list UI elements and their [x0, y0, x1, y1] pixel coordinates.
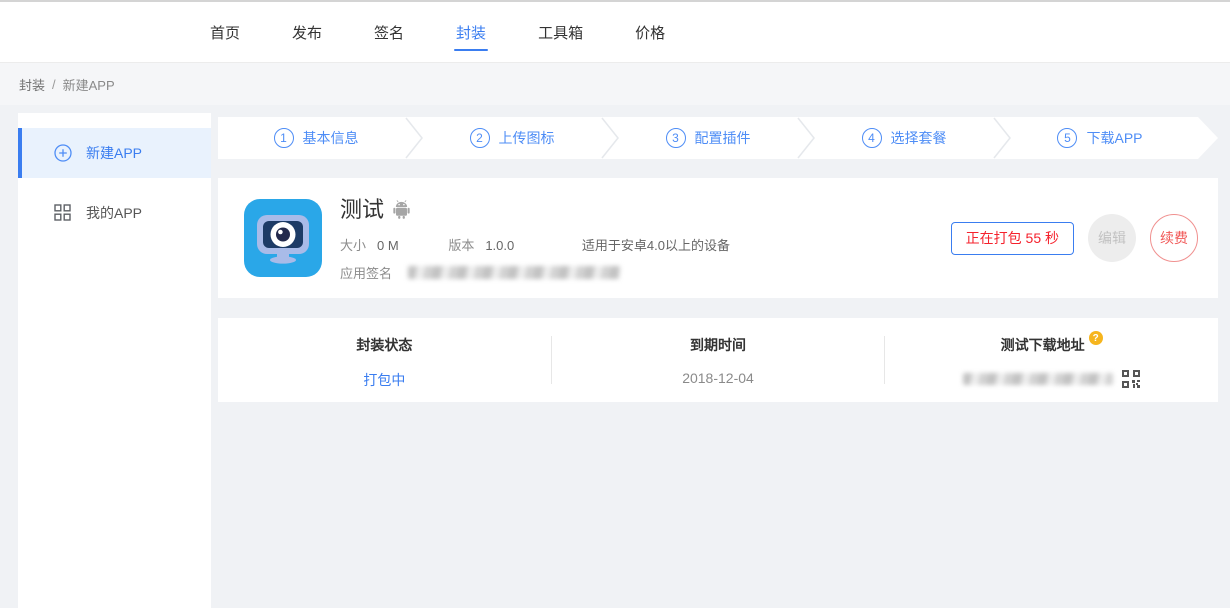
- nav-item-publish[interactable]: 发布: [292, 2, 322, 62]
- renew-button[interactable]: 续费: [1150, 214, 1198, 262]
- step-download-app[interactable]: 5 下载APP: [1002, 117, 1198, 159]
- breadcrumb-current: 新建APP: [63, 75, 115, 94]
- nav-item-home[interactable]: 首页: [210, 2, 240, 62]
- step-label: 配置插件: [695, 128, 751, 148]
- download-url-header: 测试下载地址: [1001, 337, 1085, 353]
- app-name: 测试: [340, 192, 384, 224]
- step-configure-plugins[interactable]: 3 配置插件: [610, 117, 806, 159]
- grid-icon: [54, 204, 72, 222]
- size-value: 0 M: [377, 238, 399, 253]
- package-status-column: 封装状态 打包中: [218, 318, 551, 402]
- signature-redacted-value: [408, 266, 620, 279]
- package-status-header: 封装状态: [218, 335, 551, 355]
- app-meta: 大小 0 M 版本 1.0.0 适用于安卓4.0以上的设备: [340, 235, 730, 254]
- nav-item-package[interactable]: 封装: [456, 2, 486, 62]
- sidebar: 新建APP 我的APP: [18, 113, 211, 608]
- content: 1 基本信息 2 上传图标 3 配置插件 4 选择套餐: [218, 117, 1218, 402]
- size-label: 大小: [340, 238, 366, 253]
- app-logo-icon: [244, 199, 322, 277]
- qr-code-icon[interactable]: [1122, 370, 1140, 388]
- steps-arrow-cap: [1198, 117, 1218, 159]
- main-area: 新建APP 我的APP 1 基本信息 2 上传图标: [0, 105, 1230, 608]
- breadcrumb-separator: /: [52, 77, 56, 92]
- packing-status-button[interactable]: 正在打包 55 秒: [951, 222, 1074, 255]
- download-url-redacted[interactable]: [963, 373, 1113, 385]
- step-label: 基本信息: [303, 128, 359, 148]
- step-number-badge: 2: [470, 128, 490, 148]
- step-number-badge: 3: [666, 128, 686, 148]
- step-number-badge: 4: [862, 128, 882, 148]
- expiry-header: 到期时间: [552, 335, 885, 355]
- app-card: 测试 大小: [218, 178, 1218, 298]
- compatibility-text: 适用于安卓4.0以上的设备: [582, 238, 730, 253]
- step-label: 选择套餐: [891, 128, 947, 148]
- version-label: 版本: [448, 238, 474, 253]
- android-icon: [393, 200, 410, 219]
- steps-wizard: 1 基本信息 2 上传图标 3 配置插件 4 选择套餐: [218, 117, 1218, 159]
- step-choose-plan[interactable]: 4 选择套餐: [806, 117, 1002, 159]
- breadcrumb: 封装 / 新建APP: [0, 63, 1230, 105]
- download-url-column: 测试下载地址?: [885, 318, 1218, 402]
- package-status-value: 打包中: [218, 370, 551, 390]
- edit-button[interactable]: 编辑: [1088, 214, 1136, 262]
- signature-label: 应用签名: [340, 263, 392, 282]
- step-basic-info[interactable]: 1 基本信息: [218, 117, 414, 159]
- version-value: 1.0.0: [485, 238, 514, 253]
- step-number-badge: 5: [1057, 128, 1077, 148]
- step-upload-icon[interactable]: 2 上传图标: [414, 117, 610, 159]
- plus-circle-icon: [54, 144, 72, 162]
- nav-item-sign[interactable]: 签名: [374, 2, 404, 62]
- sidebar-item-label: 新建APP: [86, 143, 142, 163]
- page: 首页 发布 签名 封装 工具箱 价格 封装 / 新建APP 新建APP 我的AP…: [0, 0, 1230, 608]
- top-nav: 首页 发布 签名 封装 工具箱 价格: [0, 2, 1230, 63]
- app-info: 测试 大小: [340, 192, 730, 282]
- help-coin-icon[interactable]: ?: [1089, 331, 1103, 345]
- nav-item-toolbox[interactable]: 工具箱: [538, 2, 583, 62]
- status-card: 封装状态 打包中 到期时间 2018-12-04 测试下载地址?: [218, 318, 1218, 402]
- sidebar-item-new-app[interactable]: 新建APP: [18, 128, 211, 178]
- step-label: 上传图标: [499, 128, 555, 148]
- step-number-badge: 1: [274, 128, 294, 148]
- app-card-actions: 正在打包 55 秒 编辑 续费: [951, 214, 1198, 262]
- steps-bar: 1 基本信息 2 上传图标 3 配置插件 4 选择套餐: [218, 117, 1198, 159]
- sidebar-item-label: 我的APP: [86, 203, 142, 223]
- step-label: 下载APP: [1086, 128, 1142, 148]
- expiry-date: 2018-12-04: [552, 370, 885, 386]
- nav-item-price[interactable]: 价格: [635, 2, 665, 62]
- expiry-column: 到期时间 2018-12-04: [552, 318, 885, 402]
- breadcrumb-section[interactable]: 封装: [19, 75, 45, 94]
- sidebar-item-my-apps[interactable]: 我的APP: [18, 188, 211, 238]
